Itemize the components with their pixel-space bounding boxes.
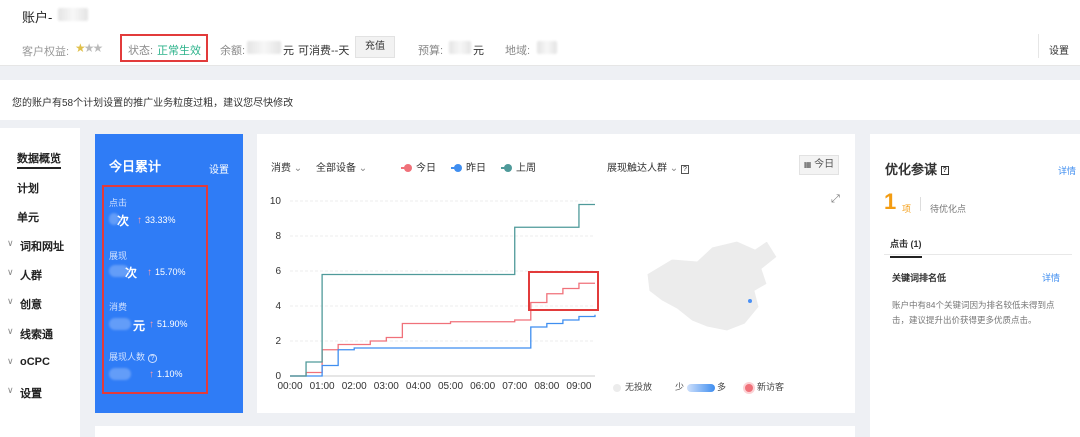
consume-days: 可消费--天	[298, 45, 350, 57]
metric-reach-label: 展现人数 ?	[109, 350, 158, 363]
today-summary-card: 今日累计 设置 点击 次 ↑ 33.33% 展现 次 ↑ 15.70% 消费 元 ↑…	[95, 134, 243, 413]
x-tick-label: 02:00	[342, 381, 367, 392]
x-tick-label: 03:00	[374, 381, 399, 392]
balance-unit: 元	[283, 45, 294, 57]
chevron-down-icon: ∨	[7, 326, 14, 336]
x-tick-label: 00:00	[277, 381, 302, 392]
optimization-card: 优化参谋 ? 详情 1 项 待优化点 点击 (1) 关键词排名低 详情 账户中有…	[870, 134, 1080, 437]
notice-text[interactable]: 您的账户有58个计划设置的推广业务粒度过粗，建议您尽快修改	[12, 94, 293, 109]
metric-cost-change-value: 51.90%	[157, 319, 188, 329]
optimization-count: 1	[884, 189, 897, 214]
arrow-up-icon: ↑	[149, 319, 154, 330]
sidebar-item-label: 线索通	[20, 329, 53, 341]
divider	[920, 197, 921, 211]
divider	[884, 254, 1072, 255]
budget-redacted	[449, 41, 471, 54]
metric-clicks-label: 点击	[109, 198, 128, 208]
issue-title: 关键词排名低	[892, 273, 947, 283]
metric-reach-change: ↑ 1.10%	[149, 369, 183, 380]
sidebar-item-label: 词和网址	[20, 241, 64, 253]
sidebar-item-label: 人群	[20, 270, 42, 282]
budget-label: 预算:	[418, 45, 444, 57]
metric-impressions-unit: 次	[125, 266, 138, 280]
y-tick-label: 2	[275, 336, 281, 347]
x-tick-label: 07:00	[502, 381, 527, 392]
account-name-label: 账户-	[22, 10, 53, 25]
y-tick-label: 8	[275, 231, 281, 242]
metric-clicks-change: ↑ 33.33%	[137, 215, 176, 226]
x-tick-label: 01:00	[310, 381, 335, 392]
y-tick-label: 6	[275, 266, 281, 277]
rights-label: 客户权益:	[22, 46, 70, 58]
settings-link[interactable]: 设置	[1049, 42, 1069, 57]
balance-label: 余额:	[220, 45, 246, 57]
arrow-up-icon: ↑	[149, 369, 154, 380]
x-tick-label: 06:00	[470, 381, 495, 392]
y-tick-label: 4	[275, 301, 281, 312]
chevron-down-icon: ∨	[7, 385, 14, 395]
chevron-down-icon: ∨	[7, 238, 14, 248]
arrow-up-icon: ↑	[137, 215, 142, 226]
sidebar-item-label: 创意	[20, 299, 42, 311]
chevron-down-icon: ∨	[7, 296, 14, 306]
metric-cost-unit: 元	[133, 319, 146, 333]
chevron-down-icon: ∨	[7, 267, 14, 277]
recharge-button[interactable]: 充值	[355, 36, 395, 58]
metric-reach-redacted	[109, 368, 131, 380]
y-tick-label: 10	[270, 196, 282, 207]
x-tick-label: 08:00	[534, 381, 559, 392]
today-settings-link[interactable]: 设置	[209, 161, 229, 176]
optimization-detail-link[interactable]: 详情	[1058, 164, 1076, 177]
metric-cost-change: ↑ 51.90%	[149, 319, 188, 330]
sidebar-item-label: 数据概览	[17, 150, 61, 169]
sidebar-item-label: 单元	[17, 212, 39, 224]
metric-impressions-label: 展现	[109, 251, 128, 261]
divider	[1038, 34, 1039, 58]
bottom-card	[95, 426, 855, 437]
region-label: 地域:	[505, 45, 531, 57]
account-header: 账户- 客户权益: ★★★ 状态: 正常生效 余额: 元 可消费--天 充值 预…	[0, 0, 1080, 66]
help-icon[interactable]: ?	[147, 354, 158, 363]
issue-description: 账户中有84个关键词因为排名较低未得到点击，建议提升出价获得更多优质点击。	[892, 300, 1055, 325]
account-name-redacted	[58, 8, 88, 21]
today-title: 今日累计	[109, 159, 162, 174]
metric-impressions-change: ↑ 15.70%	[147, 267, 186, 278]
metric-clicks-change-value: 33.33%	[145, 215, 176, 225]
balance-redacted	[247, 41, 281, 54]
x-tick-label: 04:00	[406, 381, 431, 392]
metric-impressions-change-value: 15.70%	[155, 267, 186, 277]
help-doc-icon[interactable]: ?	[940, 166, 949, 176]
chevron-down-icon: ∨	[7, 356, 14, 366]
sidebar-item-label: oCPC	[20, 356, 50, 368]
optimization-count-unit: 项	[902, 204, 912, 214]
budget-unit: 元	[473, 45, 484, 57]
status-value: 正常生效	[157, 45, 201, 57]
metric-cost-label: 消费	[109, 302, 128, 312]
issue-detail-link[interactable]: 详情	[1042, 271, 1060, 284]
sidebar-nav: 数据概览 计划 单元 ∨ 词和网址 ∨ 人群 ∨ 创意 ∨ 线索通 ∨ oCPC…	[0, 128, 80, 437]
metric-reach-change-value: 1.10%	[157, 369, 183, 379]
metric-reach-label-text: 展现人数	[109, 352, 146, 362]
region-redacted	[537, 41, 557, 54]
status-label: 状态:	[128, 45, 154, 57]
x-tick-label: 09:00	[566, 381, 591, 392]
metric-cost-redacted	[109, 318, 131, 330]
sidebar-item-label: 设置	[20, 388, 42, 400]
rights-stars-icon[interactable]: ★★★	[75, 41, 103, 55]
optimization-title-text: 优化参谋	[885, 162, 938, 177]
trend-chart-card: 消费 ⌄ 全部设备 ⌄ 今日 昨日 上周 展现触达人群 ⌄ ? ▦ 今日 ⤢ 无…	[257, 134, 855, 413]
arrow-up-icon: ↑	[147, 267, 152, 278]
optimization-title: 优化参谋 ?	[885, 159, 949, 178]
highlight-box-chart	[528, 271, 599, 311]
notice-banner: 您的账户有58个计划设置的推广业务粒度过粗，建议您尽快修改	[0, 80, 1080, 120]
sidebar-item-label: 计划	[17, 183, 39, 195]
optimization-count-desc: 待优化点	[930, 204, 967, 214]
x-tick-label: 05:00	[438, 381, 463, 392]
metric-clicks-unit: 次	[117, 214, 130, 228]
